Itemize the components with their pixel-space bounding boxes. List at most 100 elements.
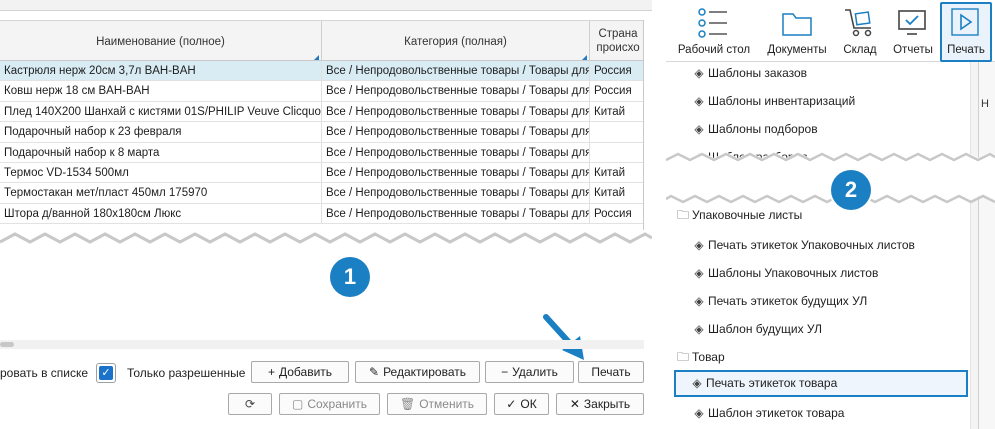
grid-toolbar: ровать в списке ✓ Только разрешенные + До… (0, 361, 652, 387)
table-row[interactable]: Подарочный набор к 23 февраля Все / Непро… (0, 122, 643, 143)
cart-box-icon (845, 9, 872, 37)
tree-scrollbar[interactable] (970, 62, 978, 429)
add-button[interactable]: + Добавить (251, 361, 349, 383)
cell-country: Китай (590, 183, 643, 203)
torn-edge-right (666, 152, 995, 204)
layers-icon: ◈ (694, 122, 704, 136)
only-allowed-label: Только разрешенные (127, 366, 246, 380)
side-pane-edge: Н (978, 62, 995, 429)
cell-category: Все / Непродовольственные товары / Товар… (322, 183, 590, 204)
monitor-check-icon (898, 10, 926, 35)
cell-name: Подарочный набор к 23 февраля (0, 122, 322, 143)
ribbon-warehouse[interactable]: Склад (836, 4, 884, 60)
ribbon-reports[interactable]: Отчеты (888, 4, 938, 60)
column-header-category[interactable]: Категория (полная) (322, 21, 590, 62)
print-templates-tree: ◈ Шаблоны заказов ◈ Шаблоны инвентаризаций… (666, 62, 968, 429)
layers-icon: ◈ (694, 322, 704, 336)
tree-item-goods-label-template[interactable]: ◈ Шаблон этикеток товара (692, 402, 844, 424)
cancel-button[interactable]: 🗑 Отменить (387, 393, 487, 415)
pointer-arrow-icon (543, 314, 584, 360)
table-row[interactable]: Ковш нерж 18 см BAH-BAH Все / Непродоволь… (0, 81, 643, 102)
ribbon-documents[interactable]: Документы (760, 4, 834, 60)
layers-icon: ◈ (694, 406, 704, 420)
column-header-name[interactable]: Наименование (полное) (0, 21, 322, 62)
refresh-button[interactable]: ⟳ (228, 393, 272, 415)
layers-icon: ◈ (694, 238, 704, 252)
tree-item-goods-label-print[interactable]: ◈ Печать этикеток товара (674, 370, 968, 397)
delete-button[interactable]: − Удалить (485, 361, 574, 383)
right-panel: Рабочий стол Документы Склад Отчеты Печа… (666, 0, 995, 429)
step-badge-2: 2 (831, 170, 871, 210)
tree-item-future-template[interactable]: ◈ Шаблон будущих УЛ (692, 318, 822, 340)
layers-icon: ◈ (694, 294, 704, 308)
cell-country: Россия (590, 204, 643, 224)
table-row[interactable]: Подарочный набор к 8 марта Все / Непродов… (0, 142, 643, 163)
edit-button[interactable]: ✎ Редактировать (355, 361, 480, 383)
cell-country: Китай (590, 163, 643, 183)
goods-grid: Наименование (полное) Категория (полная)… (0, 20, 644, 230)
cell-category: Все / Непродовольственные товары / Товар… (322, 122, 590, 143)
scroll-thumb[interactable] (0, 342, 14, 347)
close-button[interactable]: ✕ Закрыть (556, 393, 644, 415)
ribbon-toolbar: Рабочий стол Документы Склад Отчеты Печа… (666, 0, 995, 62)
table-row[interactable]: Плед 140X200 Шанхай с кистями 01S/PHILIP… (0, 101, 643, 123)
top-strip (0, 0, 652, 11)
cell-country (590, 122, 643, 142)
pencil-icon: ✎ (369, 365, 380, 379)
tree-folder-goods[interactable]: 🗀 Товар (676, 346, 725, 368)
cell-category: Все / Непродовольственные товары / Товар… (322, 203, 590, 224)
cell-name: Термос VD-1534 500мл (0, 162, 322, 183)
cell-name: Кастрюля нерж 20см 3,7л BAH-BAH (0, 61, 322, 81)
check-icon: ✓ (99, 366, 113, 380)
tree-item-future-label-print[interactable]: ◈ Печать этикеток будущих УЛ (692, 290, 867, 312)
print-button[interactable]: Печать (578, 361, 644, 383)
cell-name: Ковш нерж 18 см BAH-BAH (0, 81, 322, 102)
ribbon-desktop[interactable]: Рабочий стол (672, 4, 756, 60)
panel-divider (652, 0, 666, 429)
cell-country: Китай (590, 102, 643, 122)
table-row[interactable]: Штора д/ванной 180x180см Люкс Все / Непро… (0, 203, 643, 225)
tree-item-packing-label-print[interactable]: ◈ Печать этикеток Упаковочных листов (692, 234, 915, 256)
layers-icon: ◈ (694, 66, 704, 80)
play-icon (951, 8, 979, 36)
cell-country: Россия (590, 61, 643, 81)
layers-icon: ◈ (694, 94, 704, 108)
dialog-toolbar: ⟳ ▢ Сохранить 🗑 Отменить ✓ ОК ✕ Закрыть (0, 393, 652, 419)
tree-item-packing-templates[interactable]: ◈ Шаблоны Упаковочных листов (692, 262, 878, 284)
grid-header: Наименование (полное) Категория (полная)… (0, 20, 643, 62)
cell-name: Плед 140X200 Шанхай с кистями 01S/PHILIP… (0, 101, 322, 122)
tree-item-picking-templates[interactable]: ◈ Шаблоны подборов (692, 118, 817, 140)
layers-icon: ◈ (694, 266, 704, 280)
only-allowed-checkbox[interactable]: ✓ (96, 363, 116, 383)
table-row[interactable]: Термостакан мет/пласт 450мл 175970 Все / … (0, 183, 643, 204)
table-row[interactable]: Кастрюля нерж 20см 3,7л BAH-BAH Все / Неп… (0, 61, 643, 82)
folder-icon (782, 13, 812, 36)
save-button[interactable]: ▢ Сохранить (279, 393, 380, 415)
tree-item-order-templates[interactable]: ◈ Шаблоны заказов (692, 62, 807, 84)
cell-category: Все / Непродовольственные товары / Товар… (322, 142, 590, 163)
left-panel: Наименование (полное) Категория (полная)… (0, 0, 652, 429)
layers-icon: ◈ (692, 376, 702, 390)
horizontal-scrollbar[interactable] (0, 340, 644, 349)
cell-category: Все / Непродовольственные товары / Товар… (322, 81, 590, 102)
table-row[interactable]: Термос VD-1534 500мл Все / Непродовольств… (0, 162, 643, 184)
cell-country (590, 143, 643, 163)
column-header-country[interactable]: Страна происхо (590, 21, 643, 62)
check-icon: ✓ (506, 397, 517, 411)
plus-icon: + (267, 365, 275, 379)
minus-icon: − (501, 365, 509, 379)
ok-button[interactable]: ✓ ОК (494, 393, 549, 415)
search-in-list-label: ровать в списке (0, 366, 89, 380)
folder-open-icon: 🗀 (676, 350, 689, 364)
close-icon: ✕ (569, 397, 580, 411)
refresh-icon: ⟳ (244, 397, 256, 411)
torn-edge-left (0, 232, 652, 262)
tree-item-inventory-templates[interactable]: ◈ Шаблоны инвентаризаций (692, 90, 855, 112)
disk-icon: ▢ (292, 397, 304, 411)
trash-icon: 🗑 (399, 397, 416, 411)
ribbon-print[interactable]: Печать (940, 2, 992, 62)
cell-category: Все / Непродовольственные товары / Товар… (322, 162, 590, 183)
cell-name: Термостакан мет/пласт 450мл 175970 (0, 183, 322, 204)
cell-name: Штора д/ванной 180x180см Люкс (0, 203, 322, 224)
desktop-list-icon (698, 8, 727, 38)
